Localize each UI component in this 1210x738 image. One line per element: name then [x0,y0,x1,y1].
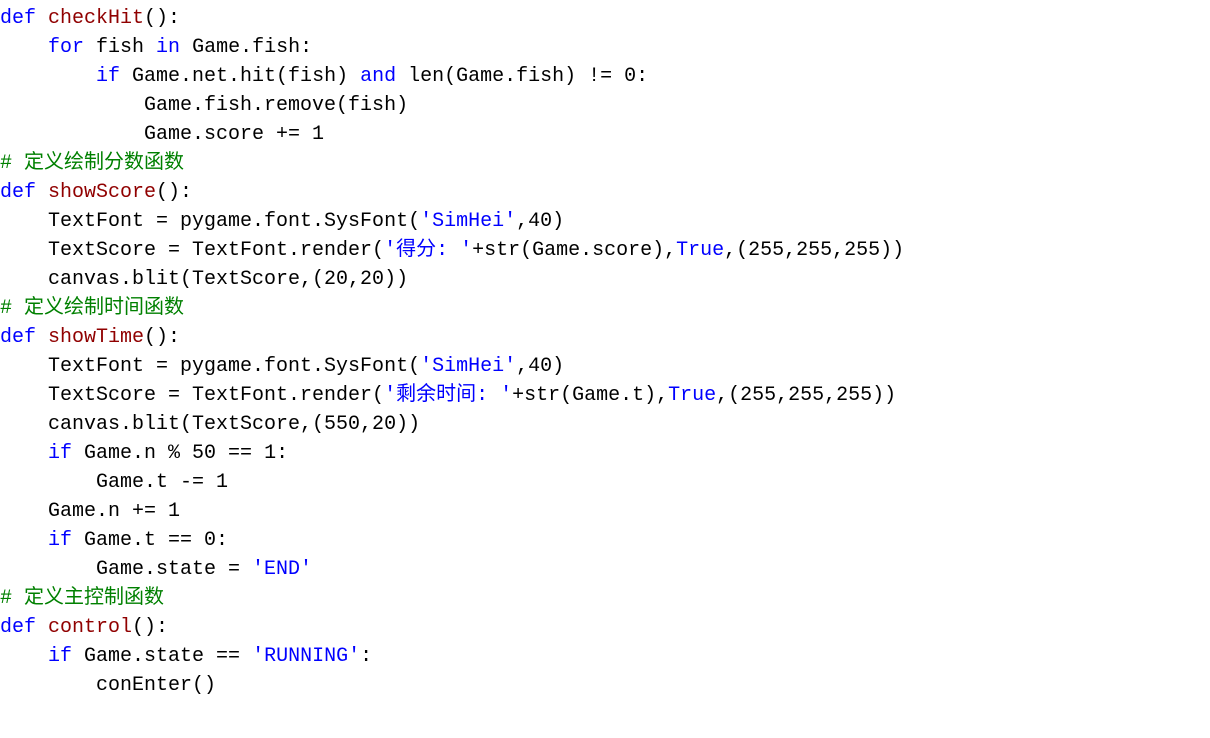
token-plain: Game.t == 0: [72,529,228,552]
token-cmt: # 定义绘制分数函数 [0,152,184,175]
token-plain: canvas.blit(TextScore,(550,20)) [0,413,420,436]
token-fn: checkHit [48,7,144,30]
code-line: canvas.blit(TextScore,(550,20)) [0,413,420,436]
code-line: # 定义绘制分数函数 [0,152,184,175]
token-plain: ,40) [516,355,564,378]
token-cmt: # 定义绘制时间函数 [0,297,184,320]
token-kw: if [48,442,72,465]
code-line: # 定义绘制时间函数 [0,297,184,320]
token-fn: showTime [48,326,144,349]
token-const: True [676,239,724,262]
code-line: Game.score += 1 [0,123,324,146]
code-line: def showTime(): [0,326,180,349]
token-plain: Game.n % 50 == 1: [72,442,288,465]
token-plain: fish [84,36,156,59]
token-kw: if [96,65,120,88]
token-kw: in [156,36,180,59]
token-plain [0,442,48,465]
token-plain: TextFont = pygame.font.SysFont( [0,355,420,378]
code-line: TextFont = pygame.font.SysFont('SimHei',… [0,355,564,378]
code-line: Game.n += 1 [0,500,180,523]
code-line: Game.fish.remove(fish) [0,94,408,117]
token-plain: (): [144,7,180,30]
token-plain: TextFont = pygame.font.SysFont( [0,210,420,233]
token-plain: ,40) [516,210,564,233]
code-line: # 定义主控制函数 [0,587,164,610]
token-str: '剩余时间: ' [384,384,512,407]
token-plain: Game.state == [72,645,252,668]
source-code-block: def checkHit(): for fish in Game.fish: i… [0,0,1210,700]
token-plain [0,65,96,88]
code-line: def control(): [0,616,168,639]
token-kw: def [0,7,48,30]
token-kw: if [48,529,72,552]
token-plain: Game.t -= 1 [0,471,228,494]
token-plain [0,36,48,59]
token-plain: TextScore = TextFont.render( [0,239,384,262]
token-plain: +str(Game.score), [472,239,676,262]
code-line: if Game.state == 'RUNNING': [0,645,372,668]
token-kw: and [360,65,396,88]
code-line: Game.t -= 1 [0,471,228,494]
token-plain: Game.net.hit(fish) [120,65,360,88]
code-line: def checkHit(): [0,7,180,30]
token-plain: : [360,645,372,668]
token-plain: (): [132,616,168,639]
token-plain: Game.score += 1 [0,123,324,146]
token-plain: conEnter() [0,674,216,697]
code-line: if Game.net.hit(fish) and len(Game.fish)… [0,65,648,88]
token-str: 'END' [252,558,312,581]
code-line: if Game.t == 0: [0,529,228,552]
token-fn: showScore [48,181,156,204]
code-line: canvas.blit(TextScore,(20,20)) [0,268,408,291]
token-str: 'SimHei' [420,355,516,378]
token-kw: if [48,645,72,668]
token-plain: ,(255,255,255)) [716,384,896,407]
code-line: TextScore = TextFont.render('得分: '+str(G… [0,239,904,262]
token-kw: def [0,181,48,204]
token-kw: def [0,616,48,639]
token-const: True [668,384,716,407]
token-str: '得分: ' [384,239,472,262]
token-plain: Game.state = [0,558,252,581]
token-plain [0,645,48,668]
token-str: 'SimHei' [420,210,516,233]
token-kw: def [0,326,48,349]
token-plain: (): [156,181,192,204]
token-fn: control [48,616,132,639]
token-plain: Game.fish.remove(fish) [0,94,408,117]
code-line: TextFont = pygame.font.SysFont('SimHei',… [0,210,564,233]
token-plain: ,(255,255,255)) [724,239,904,262]
token-plain: len(Game.fish) != 0: [396,65,648,88]
code-line: TextScore = TextFont.render('剩余时间: '+str… [0,384,896,407]
token-plain [0,529,48,552]
code-line: conEnter() [0,674,216,697]
token-str: 'RUNNING' [252,645,360,668]
code-line: Game.state = 'END' [0,558,312,581]
code-line: for fish in Game.fish: [0,36,312,59]
token-cmt: # 定义主控制函数 [0,587,164,610]
token-plain: Game.fish: [180,36,312,59]
token-plain: +str(Game.t), [512,384,668,407]
code-line: def showScore(): [0,181,192,204]
token-kw: for [48,36,84,59]
token-plain: TextScore = TextFont.render( [0,384,384,407]
token-plain: Game.n += 1 [0,500,180,523]
token-plain: canvas.blit(TextScore,(20,20)) [0,268,408,291]
token-plain: (): [144,326,180,349]
code-line: if Game.n % 50 == 1: [0,442,288,465]
